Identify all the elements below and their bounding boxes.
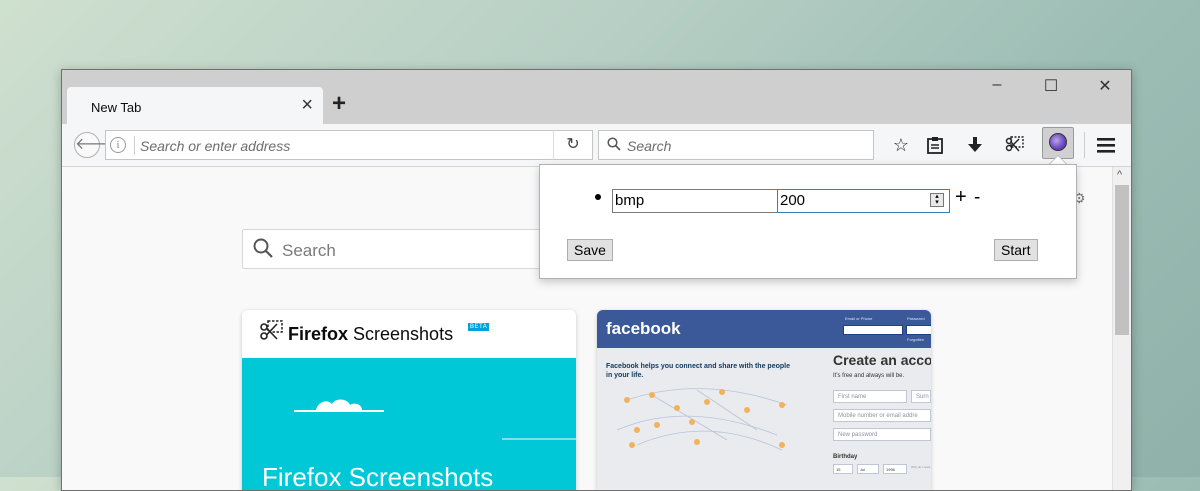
reader-clipboard-icon[interactable] (922, 132, 948, 158)
tab-close-icon[interactable]: × (301, 93, 313, 117)
tile-brand: Firefox Screenshots (288, 324, 453, 345)
format-input[interactable]: bmp (612, 189, 778, 213)
address-input[interactable]: Search or enter address (140, 138, 290, 154)
surname-field: Surn (911, 390, 931, 403)
screenshots-icon[interactable] (1002, 132, 1028, 158)
bookmark-star-icon[interactable]: ☆ (888, 132, 914, 158)
toolbar-divider (1084, 132, 1085, 158)
facebook-headline: Create an acco (833, 352, 931, 368)
facebook-logo: facebook (606, 319, 681, 338)
title-bar: New Tab × + – ☐ ✕ (62, 70, 1131, 125)
size-number-input[interactable]: 200 (777, 189, 950, 213)
birthday-month: Jul (857, 464, 879, 474)
toolbar-search-placeholder: Search (627, 138, 672, 154)
birthday-label: Birthday (833, 454, 858, 460)
world-map-illustration (616, 388, 788, 451)
brand-regular: Screenshots (348, 324, 454, 344)
scissors-icon (260, 320, 284, 348)
number-spinner-icon[interactable]: ▴ ▾ (930, 193, 944, 207)
top-site-tile-facebook[interactable]: facebook Email or Phone Password Forgott… (597, 310, 931, 490)
close-window-button[interactable]: ✕ (1090, 76, 1120, 96)
scroll-thumb[interactable] (1115, 185, 1129, 335)
new-password-field: New password (833, 428, 931, 441)
url-divider (134, 136, 135, 155)
search-icon (253, 238, 273, 258)
page-search-placeholder: Search (282, 241, 336, 260)
cloud-illustration (294, 399, 384, 412)
extension-popup: bmp 200 ▴ ▾ + - Save Start (539, 164, 1077, 279)
vertical-scrollbar[interactable]: ^ (1112, 167, 1131, 490)
facebook-subline: It's free and always will be. (833, 373, 905, 379)
brand-bold: Firefox (288, 324, 349, 344)
birthday-day: 15 (833, 464, 853, 474)
back-icon[interactable]: 🡐 (74, 132, 118, 158)
tile-header: Firefox Screenshots BETA (242, 310, 576, 358)
tab-new-tab[interactable]: New Tab × (67, 87, 323, 125)
save-button[interactable]: Save (567, 239, 613, 261)
info-icon[interactable]: i (110, 137, 126, 153)
nav-toolbar: 🡐 i Search or enter address ↻ Search ☆ (62, 124, 1131, 167)
first-name-field: First name (833, 390, 907, 403)
maximize-button[interactable]: ☐ (1036, 76, 1066, 96)
email-label: Email or Phone (845, 316, 873, 321)
list-bullet (595, 194, 601, 200)
address-bar[interactable]: i Search or enter address (105, 130, 593, 160)
extension-icon (1049, 133, 1067, 151)
forgot-label: Forgotten (907, 337, 925, 342)
tab-title: New Tab (91, 100, 142, 115)
beta-badge: BETA (468, 323, 490, 331)
reload-icon[interactable]: ↻ (553, 130, 593, 160)
tile-preview: Firefox Screenshots (242, 358, 576, 490)
email-box (843, 325, 903, 335)
facebook-header: facebook Email or Phone Password Forgott… (597, 310, 931, 348)
new-tab-button[interactable]: + (332, 89, 346, 119)
search-icon (607, 137, 621, 151)
menu-icon[interactable] (1093, 132, 1119, 158)
birthday-year: 1996 (883, 464, 907, 474)
start-button[interactable]: Start (994, 239, 1038, 261)
mobile-email-field: Mobile number or email addre (833, 409, 931, 422)
remove-row-button[interactable]: - (974, 187, 980, 209)
browser-window: New Tab × + – ☐ ✕ 🡐 i Search or enter ad… (61, 69, 1132, 491)
add-row-button[interactable]: + (955, 186, 967, 209)
scroll-up-arrow-icon[interactable]: ^ (1117, 169, 1122, 181)
password-label: Password (907, 316, 925, 321)
top-site-tile-screenshots[interactable]: Firefox Screenshots BETA Firefox Screens… (242, 310, 576, 490)
toolbar-search-input[interactable]: Search (598, 130, 874, 160)
minimize-button[interactable]: – (982, 76, 1012, 94)
password-box (906, 325, 931, 335)
downloads-icon[interactable] (962, 132, 988, 158)
facebook-tagline: Facebook helps you connect and share wit… (606, 363, 790, 379)
size-number-value: 200 (780, 192, 806, 209)
birthday-note: Why do I need to provide my date of (911, 465, 931, 469)
decorative-line (502, 438, 576, 440)
